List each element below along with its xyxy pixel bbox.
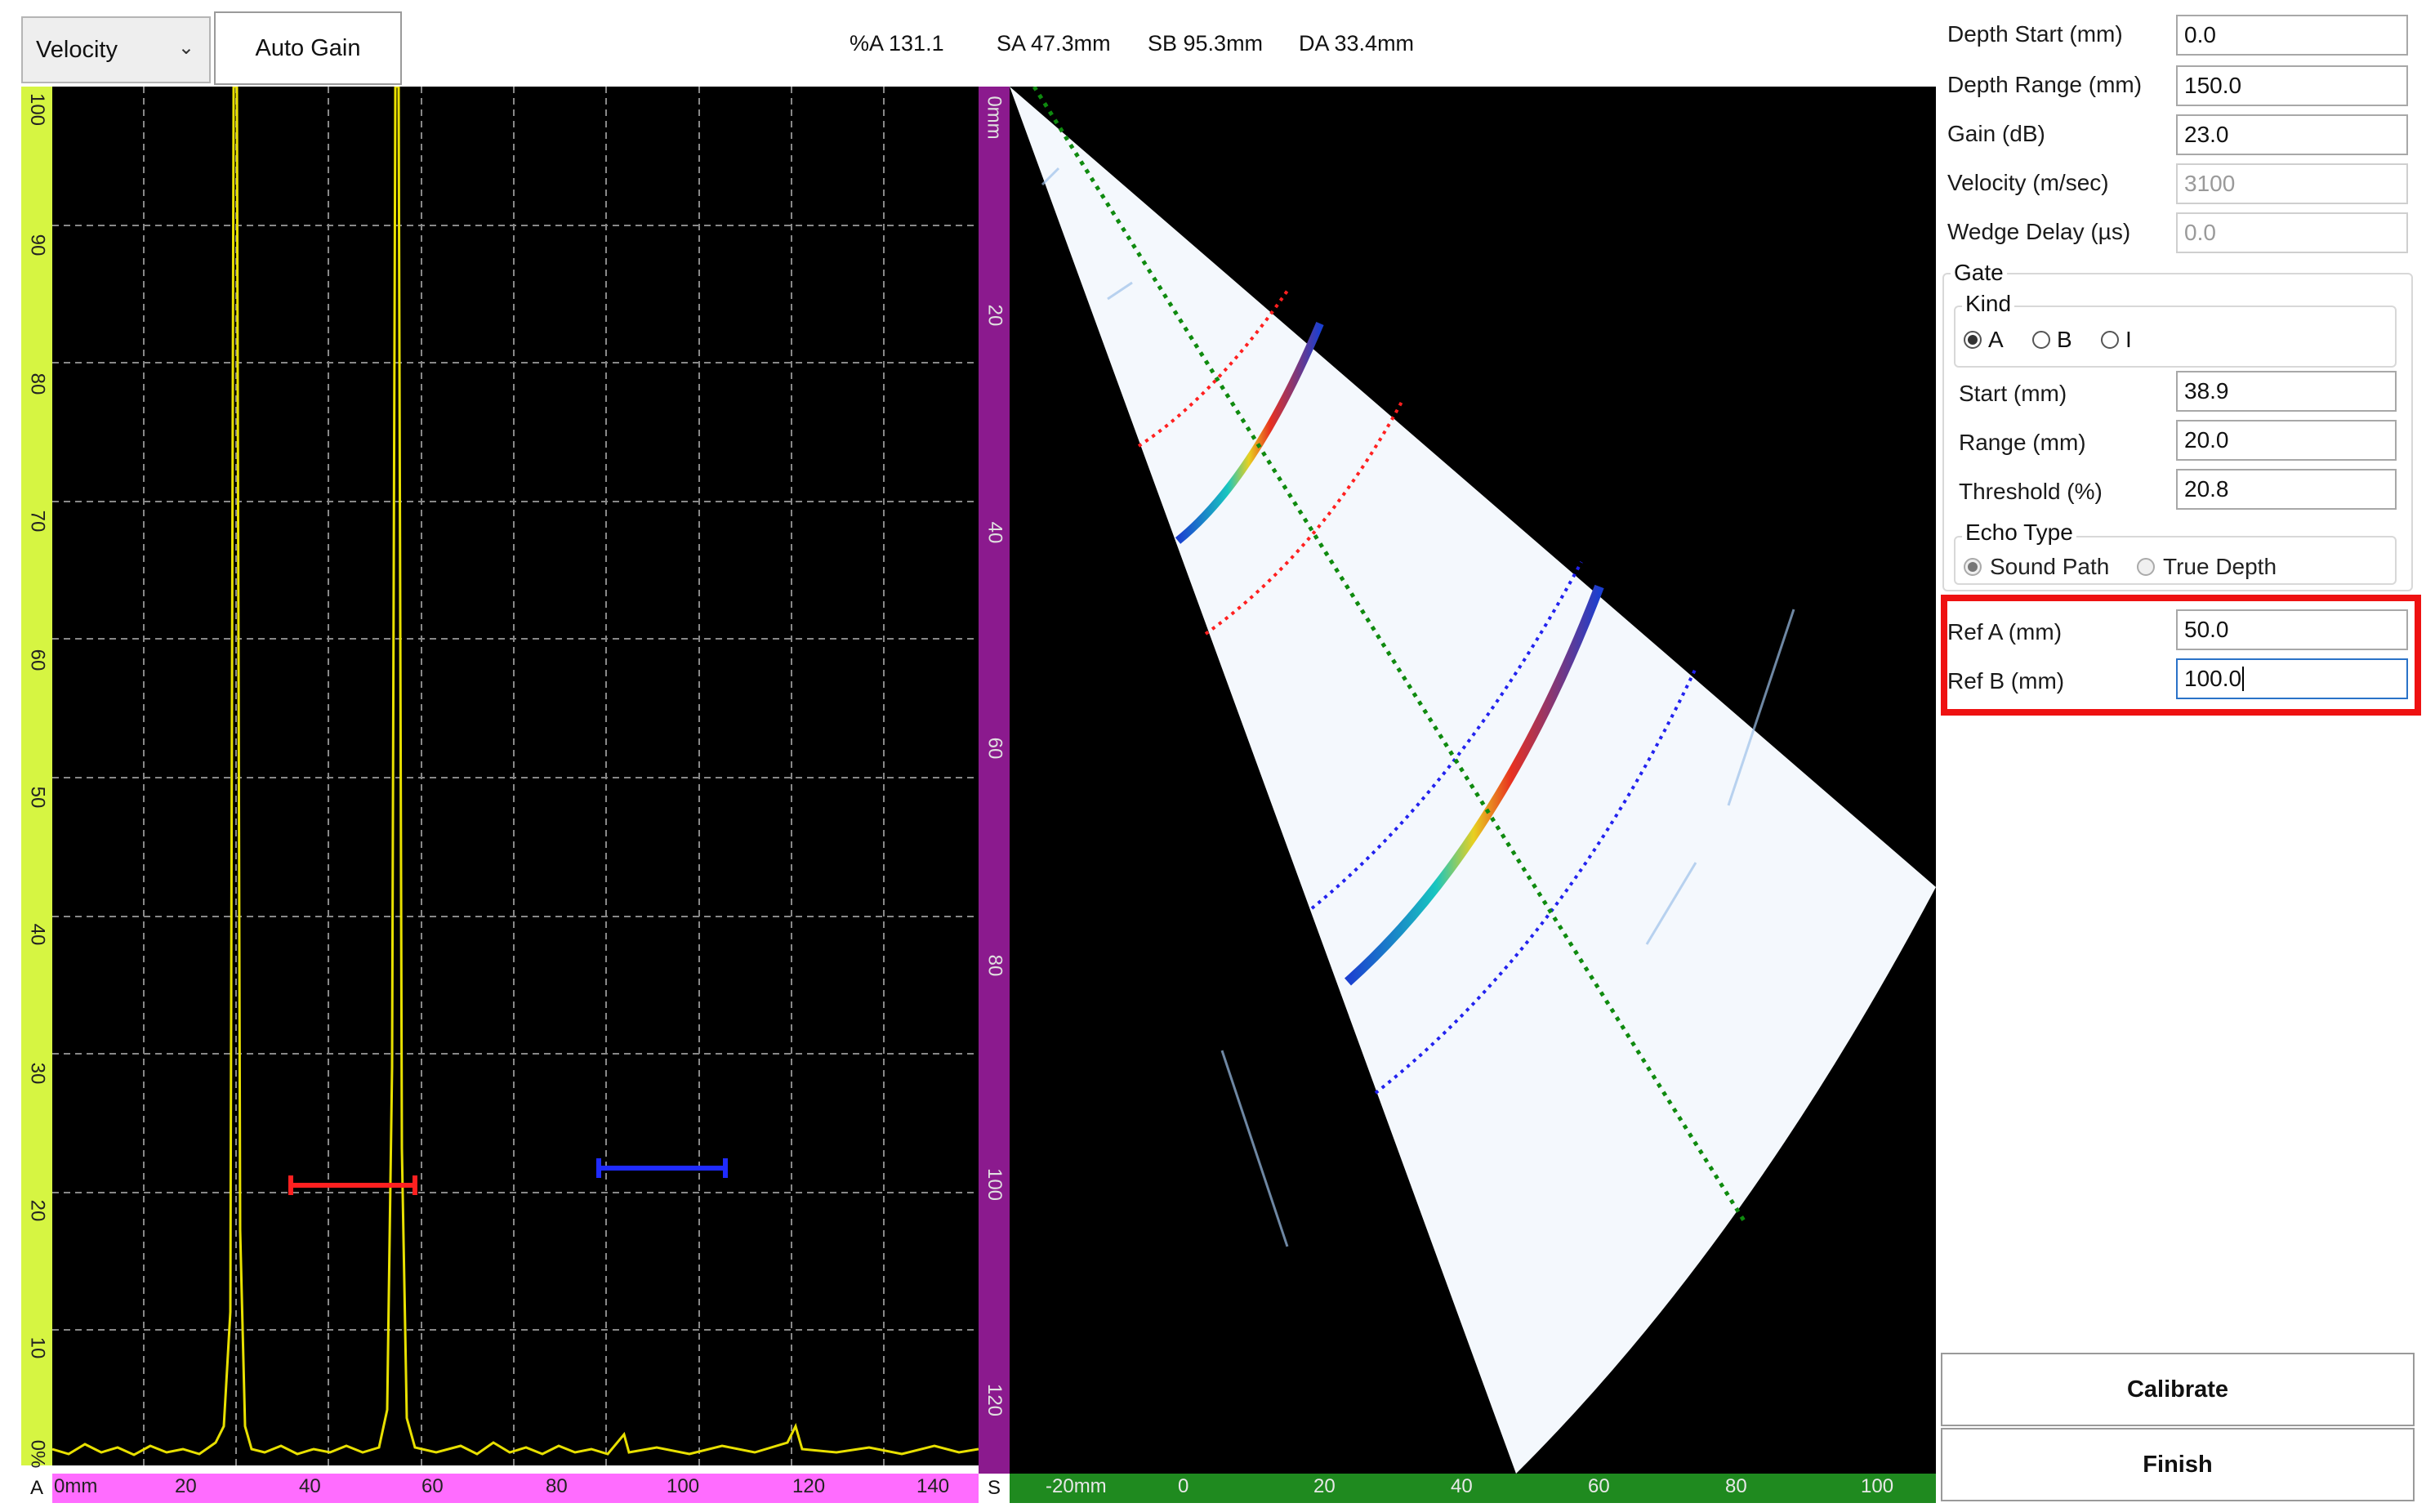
gate-kind-option-label: B bbox=[2057, 327, 2072, 352]
echo-type-title: Echo Type bbox=[1962, 520, 2076, 546]
a-scan-corner-label: A bbox=[29, 1477, 43, 1499]
depth-range-field[interactable]: 150.0 bbox=[2176, 65, 2408, 106]
depth-tick: 60 bbox=[983, 737, 1006, 760]
depth-start-field[interactable]: 0.0 bbox=[2176, 15, 2408, 56]
radio-unselected-icon bbox=[2137, 558, 2155, 576]
velocity-label: Velocity (m/sec) bbox=[1947, 170, 2109, 195]
distance-tick: 0mm bbox=[54, 1475, 98, 1497]
depth-scale: 0mm 20 40 60 80 100 120 bbox=[979, 87, 1010, 1474]
gate-threshold-field[interactable]: 20.8 bbox=[2176, 469, 2397, 510]
distance-tick: 140 bbox=[916, 1475, 950, 1497]
velocity-field: 3100 bbox=[2176, 163, 2408, 204]
radio-unselected-icon bbox=[2032, 331, 2050, 349]
amplitude-tick: 30 bbox=[25, 1062, 48, 1085]
gate-kind-option-label: A bbox=[1988, 327, 2004, 352]
velocity-mode-select[interactable]: Velocity ⌄ bbox=[21, 16, 211, 83]
s-scan-view[interactable] bbox=[1010, 87, 1936, 1474]
velocity-mode-select-value: Velocity bbox=[36, 36, 118, 63]
chevron-down-icon: ⌄ bbox=[177, 37, 194, 59]
depth-tick: 0mm bbox=[983, 96, 1006, 140]
readout-amplitude: %A 131.1 bbox=[850, 31, 944, 56]
measurement-readouts: %A 131.1 SA 47.3mm SB 95.3mm DA 33.4mm bbox=[850, 31, 1414, 56]
gate-range-field[interactable]: 20.0 bbox=[2176, 420, 2397, 461]
calibrate-button[interactable]: Calibrate bbox=[1941, 1353, 2415, 1426]
gate-start-field[interactable]: 38.9 bbox=[2176, 371, 2397, 412]
readout-da: DA 33.4mm bbox=[1299, 31, 1415, 56]
s-scan-plot bbox=[1010, 87, 1936, 1474]
amplitude-tick: 100 bbox=[26, 92, 49, 127]
distance-tick: 120 bbox=[792, 1475, 826, 1497]
s-scan-corner-label: S bbox=[987, 1477, 1001, 1499]
echo-type-option-label: True Depth bbox=[2163, 554, 2277, 579]
offset-tick: 40 bbox=[1451, 1475, 1473, 1497]
gain-label: Gain (dB) bbox=[1947, 121, 2045, 146]
reference-highlight-box bbox=[1941, 595, 2421, 716]
offset-tick: 60 bbox=[1588, 1475, 1610, 1497]
finish-button[interactable]: Finish bbox=[1941, 1428, 2415, 1501]
amplitude-tick: 50 bbox=[25, 786, 48, 809]
gate-kind-option-i[interactable]: I bbox=[2101, 327, 2132, 353]
echo-type-option-label: Sound Path bbox=[1990, 554, 2110, 579]
amplitude-tick: 0% bbox=[26, 1439, 48, 1469]
s-scan-sector bbox=[1010, 87, 1936, 1474]
gate-kind-option-a[interactable]: A bbox=[1964, 327, 2004, 353]
amplitude-scale: 100 90 80 70 60 50 40 30 20 10 0% bbox=[21, 87, 52, 1468]
depth-tick: 40 bbox=[983, 521, 1006, 544]
gate-kind-option-b[interactable]: B bbox=[2032, 327, 2072, 353]
amplitude-tick: 10 bbox=[25, 1336, 48, 1359]
distance-tick: 40 bbox=[299, 1475, 321, 1497]
readout-sa: SA 47.3mm bbox=[997, 31, 1111, 56]
amplitude-tick: 40 bbox=[25, 923, 48, 946]
offset-tick: -20mm bbox=[1046, 1475, 1107, 1497]
depth-start-label: Depth Start (mm) bbox=[1947, 21, 2123, 47]
amplitude-tick: 20 bbox=[25, 1199, 48, 1222]
distance-tick: 80 bbox=[546, 1475, 568, 1497]
gate-kind-option-label: I bbox=[2125, 327, 2132, 352]
gate-b-marker bbox=[596, 1158, 728, 1178]
gate-group-title: Gate bbox=[1951, 260, 2007, 286]
radio-selected-icon bbox=[1964, 558, 1982, 576]
auto-gain-button[interactable]: Auto Gain bbox=[214, 11, 402, 85]
a-scan-grid bbox=[52, 87, 979, 1465]
gate-kind-title: Kind bbox=[1962, 291, 2015, 317]
echo-type-sound-path: Sound Path bbox=[1964, 554, 2109, 580]
distance-tick: 100 bbox=[667, 1475, 700, 1497]
a-scan-signal bbox=[52, 87, 979, 1456]
readout-sb: SB 95.3mm bbox=[1148, 31, 1264, 56]
depth-tick: 100 bbox=[983, 1167, 1006, 1202]
depth-range-label: Depth Range (mm) bbox=[1947, 72, 2143, 97]
wedge-delay-label: Wedge Delay (µs) bbox=[1947, 219, 2131, 244]
gate-start-label: Start (mm) bbox=[1959, 381, 2067, 406]
offset-tick: 20 bbox=[1313, 1475, 1336, 1497]
gate-range-label: Range (mm) bbox=[1959, 430, 2086, 455]
echo-type-true-depth: True Depth bbox=[2137, 554, 2277, 580]
radio-unselected-icon bbox=[2101, 331, 2119, 349]
s-scan-offset-scale: -20mm 0 20 40 60 80 100 bbox=[1010, 1474, 1936, 1503]
gate-kind-group bbox=[1954, 306, 2397, 368]
radio-selected-icon bbox=[1964, 331, 1982, 349]
offset-tick: 80 bbox=[1725, 1475, 1747, 1497]
amplitude-tick: 60 bbox=[25, 649, 48, 671]
offset-tick: 100 bbox=[1861, 1475, 1894, 1497]
amplitude-tick: 90 bbox=[25, 234, 48, 256]
depth-tick: 20 bbox=[983, 304, 1006, 327]
gain-field[interactable]: 23.0 bbox=[2176, 114, 2408, 155]
amplitude-tick: 80 bbox=[25, 372, 48, 395]
depth-tick: 80 bbox=[983, 954, 1006, 977]
amplitude-tick: 70 bbox=[25, 510, 48, 533]
a-scan-distance-scale: 0mm 20 40 60 80 100 120 140 bbox=[52, 1474, 979, 1503]
a-scan-plot bbox=[52, 87, 979, 1465]
distance-tick: 60 bbox=[421, 1475, 444, 1497]
offset-tick: 0 bbox=[1178, 1475, 1189, 1497]
gate-threshold-label: Threshold (%) bbox=[1959, 479, 2103, 504]
wedge-delay-field: 0.0 bbox=[2176, 212, 2408, 253]
distance-tick: 20 bbox=[175, 1475, 197, 1497]
depth-tick: 120 bbox=[983, 1383, 1006, 1417]
a-scan-view[interactable] bbox=[52, 87, 979, 1465]
